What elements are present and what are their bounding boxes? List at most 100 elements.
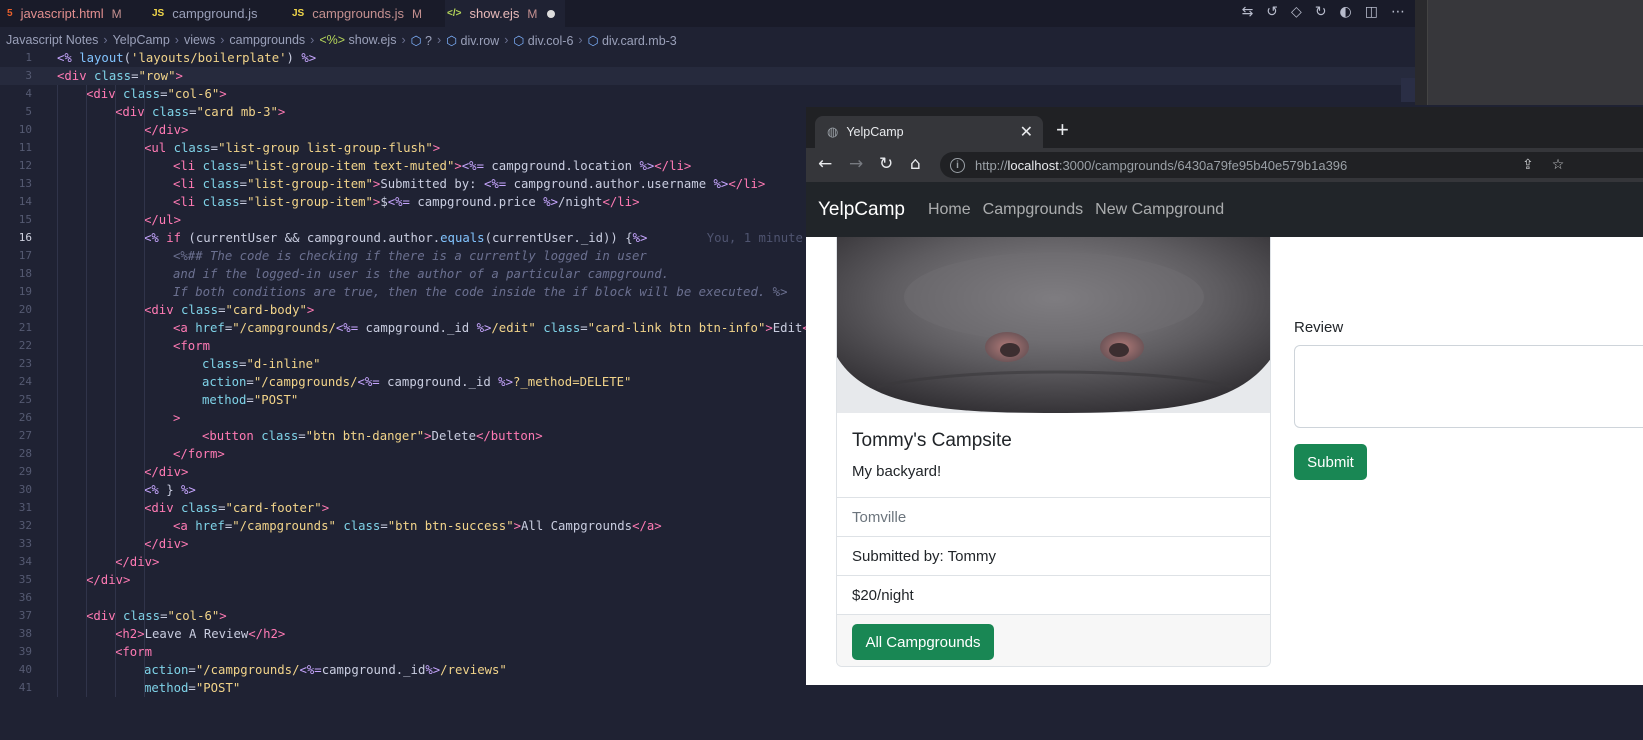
line-number: 15	[18, 213, 32, 226]
line-number: 26	[18, 411, 32, 424]
editor-tab-javascript-html[interactable]: 5 javascript.html M	[5, 0, 140, 27]
editor-tab-campground-js[interactable]: JS campground.js	[150, 0, 285, 27]
indent-guide	[144, 85, 145, 697]
line-number: 40	[18, 663, 32, 676]
go-back-icon[interactable]: ↺	[1266, 4, 1278, 20]
breadcrumb-item[interactable]: <%> show.ejs	[319, 33, 396, 47]
breadcrumb-item[interactable]: ⬡ div.card.mb-3	[588, 33, 677, 48]
code-text: <h2>Leave A Review</h2>	[115, 627, 286, 641]
breadcrumb-item[interactable]: ⬡ ?	[411, 33, 432, 48]
reload-icon[interactable]: ↻	[879, 154, 893, 174]
next-change-icon[interactable]: ↻	[1315, 4, 1327, 20]
code-text: <ul class="list-group list-group-flush">	[144, 141, 441, 155]
code-text: <% if (currentUser && campground.author.…	[144, 231, 833, 245]
new-tab-button[interactable]: +	[1056, 117, 1069, 143]
close-tab-icon[interactable]: ✕	[1020, 122, 1033, 142]
code-text: method="POST"	[144, 681, 241, 695]
line-number: 19	[18, 285, 32, 298]
code-text: action="/campgrounds/<%=campground._id%>…	[144, 663, 507, 677]
breadcrumb-item[interactable]: ⬡ div.row	[446, 33, 499, 48]
webpage: YelpCamp Home Campgrounds New Campground	[806, 182, 1643, 685]
browser-tab[interactable]: ◍ YelpCamp ✕	[815, 116, 1043, 148]
card-body: Tommy's Campsite My backyard!	[837, 413, 1270, 498]
code-text: </div>	[144, 537, 189, 551]
file-type-icon: 5	[7, 8, 13, 19]
scrollbar-thumb[interactable]	[1401, 78, 1415, 102]
review-label: Review	[1294, 319, 1344, 336]
code-text: >	[173, 411, 181, 425]
editor-tab-show-ejs[interactable]: </> show.ejs M	[445, 0, 565, 27]
submit-review-button[interactable]: Submit	[1294, 444, 1367, 480]
line-number: 14	[18, 195, 32, 208]
breadcrumb-text: views	[183, 33, 216, 47]
line-number: 18	[18, 267, 32, 280]
nav-link-campgrounds[interactable]: Campgrounds	[983, 201, 1084, 219]
code-line[interactable]: 1 <% layout('layouts/boilerplate') %>	[0, 49, 1415, 67]
code-text: <li class="list-group-item">Submitted by…	[173, 177, 766, 191]
line-number: 5	[25, 105, 32, 118]
line-number: 28	[18, 447, 32, 460]
symbol-icon: ⬡	[446, 33, 461, 48]
code-text: <div class="row">	[57, 69, 183, 83]
site-info-icon[interactable]: i	[950, 157, 965, 173]
url-path: :3000/campgrounds/6430a79fe95b40e579b1a3…	[1058, 157, 1348, 173]
forward-icon[interactable]: →	[849, 154, 863, 174]
breadcrumb-item[interactable]: views	[184, 33, 215, 47]
line-number: 22	[18, 339, 32, 352]
browser-toolbar: ← → ↻ ⌂ i http://localhost:3000/campgrou…	[806, 148, 1643, 182]
code-line[interactable]: 4 <div class="col-6">	[0, 85, 1415, 103]
code-text: <% } %>	[144, 483, 196, 497]
card-footer: All Campgrounds	[837, 615, 1270, 666]
line-number: 30	[18, 483, 32, 496]
previous-change-icon[interactable]: ◇	[1291, 4, 1302, 20]
tab-label: campground.js	[172, 6, 258, 21]
code-text: <div class="card-footer">	[144, 501, 330, 515]
line-number: 41	[18, 681, 32, 694]
indent-guide	[115, 85, 116, 697]
modified-indicator: M	[111, 6, 122, 21]
line-number: 12	[18, 159, 32, 172]
indent-guide	[57, 85, 58, 697]
line-number: 36	[18, 591, 32, 604]
compare-icon[interactable]: ⇆	[1242, 4, 1254, 20]
breadcrumb-item[interactable]: ⬡ div.col-6	[513, 33, 573, 48]
code-text: and if the logged-in user is the author …	[173, 267, 670, 281]
back-icon[interactable]: ←	[818, 154, 832, 174]
breadcrumb-separator: ›	[174, 33, 179, 47]
nav-link-new-campground[interactable]: New Campground	[1095, 201, 1224, 219]
line-number: 23	[18, 357, 32, 370]
review-textarea[interactable]	[1294, 345, 1643, 428]
share-icon[interactable]: ⇪	[1522, 157, 1534, 173]
breadcrumb-text: div.col-6	[527, 33, 574, 48]
modified-indicator: M	[412, 6, 423, 21]
breadcrumb-item[interactable]: Javascript Notes	[6, 33, 98, 47]
code-text: </div>	[144, 123, 189, 137]
nav-link-home[interactable]: Home	[928, 201, 971, 219]
line-number: 34	[18, 555, 32, 568]
breadcrumb-text: div.card.mb-3	[601, 33, 677, 48]
breadcrumb-item[interactable]: YelpCamp	[113, 33, 170, 47]
code-text: </div>	[144, 465, 189, 479]
line-number: 16	[18, 231, 32, 244]
editor-tab-campgrounds-js[interactable]: JS campgrounds.js M	[290, 0, 440, 27]
code-text: If both conditions are true, then the co…	[173, 285, 788, 299]
more-actions-icon[interactable]: ⋯	[1391, 4, 1405, 20]
line-number: 29	[18, 465, 32, 478]
line-number: 31	[18, 501, 32, 514]
line-number: 20	[18, 303, 32, 316]
line-number: 10	[18, 123, 32, 136]
breadcrumb-separator: ›	[401, 33, 406, 47]
all-campgrounds-button[interactable]: All Campgrounds	[852, 624, 994, 660]
code-line[interactable]: 3 <div class="row">	[0, 67, 1415, 85]
git-lens-icon[interactable]: ◐	[1340, 4, 1352, 20]
split-editor-icon[interactable]: ◫	[1365, 4, 1378, 20]
line-number: 13	[18, 177, 32, 190]
home-icon[interactable]: ⌂	[910, 154, 921, 174]
tab-label: campgrounds.js	[312, 6, 405, 21]
unsaved-dot-icon[interactable]	[547, 9, 556, 18]
code-text: <div class="card mb-3">	[115, 105, 286, 119]
breadcrumb-item[interactable]: campgrounds	[229, 33, 305, 47]
navbar-brand[interactable]: YelpCamp	[818, 199, 905, 221]
bookmark-star-icon[interactable]: ☆	[1552, 157, 1565, 173]
file-type-icon: JS	[292, 8, 305, 19]
